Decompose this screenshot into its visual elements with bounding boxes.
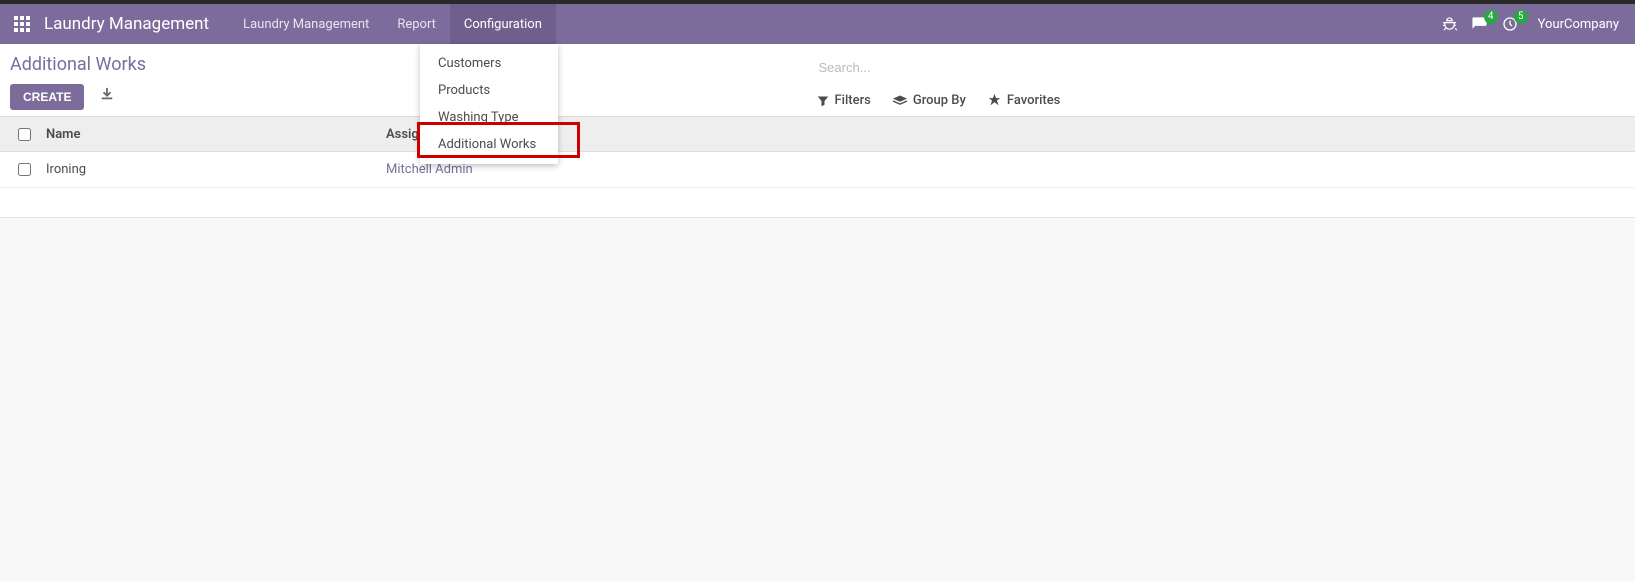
dropdown-customers[interactable]: Customers — [420, 50, 558, 77]
dropdown-products[interactable]: Products — [420, 77, 558, 104]
table-header: Name Assigned Person — [0, 116, 1635, 152]
nav-configuration[interactable]: Configuration — [450, 4, 556, 44]
main-navbar: Laundry Management Laundry Management Re… — [0, 4, 1635, 44]
layers-icon — [893, 95, 907, 107]
cell-assigned[interactable]: Mitchell Admin — [386, 162, 1617, 177]
table-blank-row — [0, 188, 1635, 218]
configuration-dropdown: Customers Products Washing Type Addition… — [420, 44, 558, 164]
groupby-button[interactable]: Group By — [893, 93, 966, 108]
groupby-label: Group By — [913, 93, 966, 108]
activities-icon[interactable]: 5 — [1502, 16, 1518, 32]
nav-report[interactable]: Report — [383, 4, 450, 44]
filters-button[interactable]: Filters — [817, 93, 871, 108]
messages-icon[interactable]: 4 — [1471, 16, 1488, 33]
dropdown-washing-type[interactable]: Washing Type — [420, 104, 558, 131]
nav-menu: Laundry Management Report Configuration — [229, 4, 556, 44]
nav-laundry-management[interactable]: Laundry Management — [229, 4, 383, 44]
column-name[interactable]: Name — [46, 127, 386, 142]
star-icon — [988, 94, 1001, 107]
favorites-button[interactable]: Favorites — [988, 93, 1060, 108]
page-title: Additional Works — [10, 54, 815, 75]
app-title[interactable]: Laundry Management — [44, 14, 209, 34]
filters-label: Filters — [835, 93, 871, 108]
content-header: Additional Works CREATE Filters Group By — [0, 44, 1635, 116]
messages-badge: 4 — [1484, 10, 1498, 24]
dropdown-additional-works[interactable]: Additional Works — [420, 131, 558, 158]
table-row[interactable]: Ironing Mitchell Admin — [0, 152, 1635, 188]
download-icon[interactable] — [96, 83, 118, 105]
filter-icon — [817, 95, 829, 107]
select-all-checkbox[interactable] — [18, 128, 31, 141]
favorites-label: Favorites — [1007, 93, 1060, 108]
company-selector[interactable]: YourCompany — [1532, 17, 1625, 32]
search-toolbar: Filters Group By Favorites — [815, 93, 1620, 108]
column-assigned[interactable]: Assigned Person — [386, 127, 1617, 142]
activities-badge: 5 — [1514, 10, 1528, 24]
data-table: Name Assigned Person Ironing Mitchell Ad… — [0, 116, 1635, 218]
row-checkbox[interactable] — [18, 163, 31, 176]
cell-name: Ironing — [46, 162, 386, 177]
apps-icon[interactable] — [10, 12, 34, 36]
bug-icon[interactable] — [1442, 17, 1457, 32]
search-input[interactable] — [815, 54, 1620, 81]
create-button[interactable]: CREATE — [10, 84, 84, 110]
